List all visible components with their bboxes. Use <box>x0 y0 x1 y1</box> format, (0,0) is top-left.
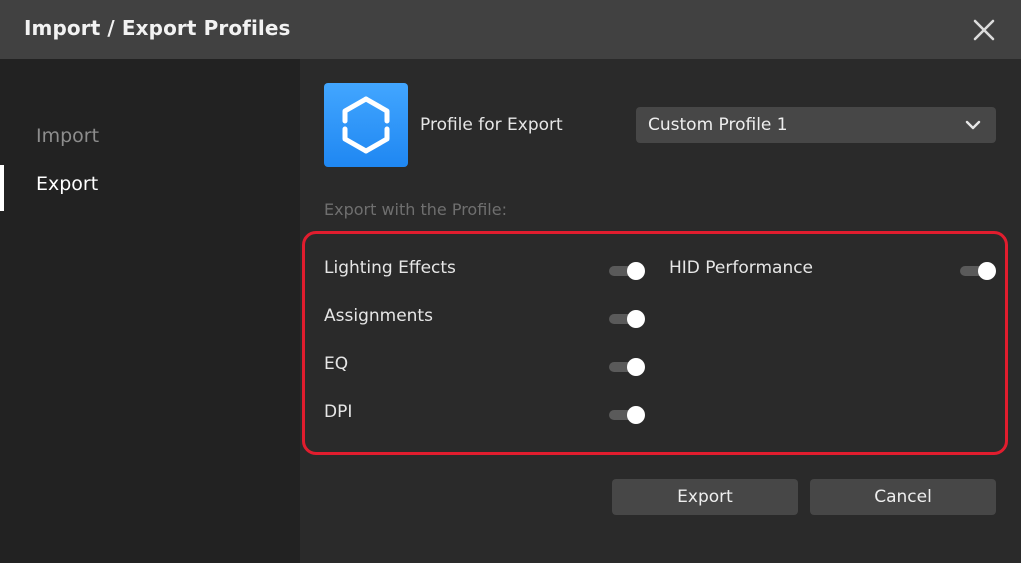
option-label: HID Performance <box>669 258 814 278</box>
hexagon-profile-icon <box>342 96 390 154</box>
cancel-button[interactable]: Cancel <box>810 479 996 515</box>
export-button-label: Export <box>677 487 733 507</box>
hid-performance-toggle[interactable] <box>960 261 996 281</box>
sidebar-item-label: Export <box>36 173 99 195</box>
cancel-button-label: Cancel <box>874 487 932 507</box>
selected-indicator <box>0 165 4 211</box>
lighting-effects-toggle[interactable] <box>609 261 645 281</box>
option-assignments: Assignments <box>324 304 645 334</box>
option-eq: EQ <box>324 352 645 382</box>
option-lighting-effects: Lighting Effects <box>324 256 645 286</box>
assignments-toggle[interactable] <box>609 309 645 329</box>
sidebar-item-import[interactable]: Import <box>0 115 300 159</box>
option-label: DPI <box>324 402 353 422</box>
option-label: Assignments <box>324 306 433 326</box>
import-export-dialog: Import / Export Profiles Import Export P <box>0 0 1021 563</box>
toggle-knob <box>627 262 645 280</box>
option-label: EQ <box>324 354 349 374</box>
dpi-toggle[interactable] <box>609 405 645 425</box>
toggle-knob <box>978 262 996 280</box>
close-icon <box>973 19 995 41</box>
eq-toggle[interactable] <box>609 357 645 377</box>
toggle-knob <box>627 358 645 376</box>
toggle-knob <box>627 406 645 424</box>
export-with-profile-label: Export with the Profile: <box>324 200 507 219</box>
close-button[interactable] <box>968 14 1000 46</box>
profile-for-export-label: Profile for Export <box>420 115 563 135</box>
profile-dropdown-value: Custom Profile 1 <box>648 115 788 135</box>
option-label: Lighting Effects <box>324 258 456 278</box>
chevron-down-icon <box>965 120 981 130</box>
option-dpi: DPI <box>324 400 645 430</box>
title-bar: Import / Export Profiles <box>0 0 1021 59</box>
export-button[interactable]: Export <box>612 479 798 515</box>
sidebar-item-label: Import <box>36 125 100 147</box>
profile-dropdown[interactable]: Custom Profile 1 <box>636 107 996 143</box>
profile-tile <box>324 83 408 167</box>
dialog-title: Import / Export Profiles <box>24 16 291 40</box>
sidebar-item-export[interactable]: Export <box>0 163 300 211</box>
export-panel: Profile for Export Custom Profile 1 Expo… <box>300 59 1021 563</box>
toggle-knob <box>627 310 645 328</box>
sidebar: Import Export <box>0 59 300 563</box>
option-hid-performance: HID Performance <box>669 256 999 286</box>
